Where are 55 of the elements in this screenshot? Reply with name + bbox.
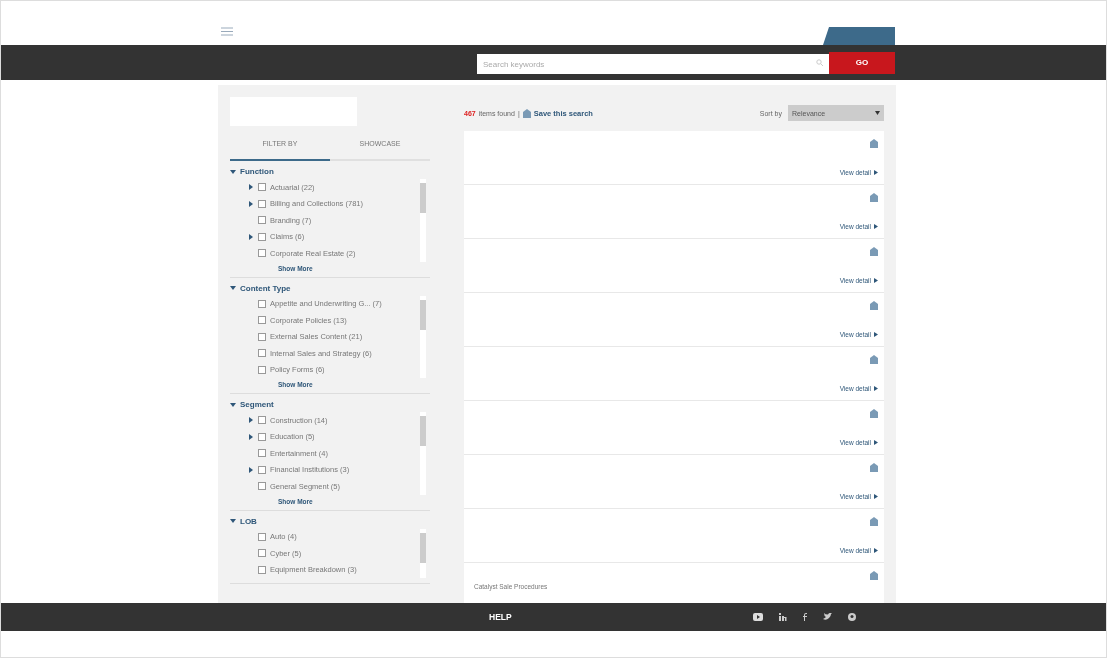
- filter-group-title[interactable]: Segment: [240, 400, 274, 409]
- checkbox[interactable]: [258, 199, 266, 208]
- checkbox[interactable]: [258, 416, 266, 425]
- search-icon: [816, 59, 823, 66]
- collapse-icon[interactable]: [230, 285, 236, 291]
- expand-icon[interactable]: [248, 466, 254, 473]
- scrollbar[interactable]: [420, 295, 426, 378]
- scrollbar[interactable]: [420, 412, 426, 495]
- checkbox[interactable]: [258, 365, 266, 374]
- checkbox[interactable]: [258, 216, 266, 225]
- checkbox[interactable]: [258, 232, 266, 241]
- menu-icon[interactable]: [221, 27, 233, 36]
- filter-group-title[interactable]: LOB: [240, 516, 257, 526]
- checkbox[interactable]: [258, 565, 266, 574]
- linkedin-icon[interactable]: [779, 613, 787, 621]
- checkbox[interactable]: [258, 449, 266, 458]
- expand-icon[interactable]: [248, 233, 254, 240]
- facebook-icon[interactable]: [803, 613, 807, 621]
- checkbox[interactable]: [258, 332, 266, 341]
- arrow-icon: [874, 224, 878, 229]
- checkbox[interactable]: [258, 532, 266, 541]
- checkbox[interactable]: [258, 299, 266, 308]
- expand-icon[interactable]: [248, 184, 254, 191]
- checkbox[interactable]: [258, 349, 266, 358]
- checkbox[interactable]: [258, 316, 266, 325]
- collapse-icon[interactable]: [230, 518, 236, 524]
- filter-group-title[interactable]: Function: [240, 167, 274, 176]
- arrow-icon: [874, 386, 878, 391]
- arrow-icon: [874, 440, 878, 445]
- arrow-icon: [874, 332, 878, 337]
- arrow-icon: [874, 278, 878, 283]
- checkbox[interactable]: [258, 432, 266, 441]
- dropdown-icon: [875, 111, 880, 115]
- checkbox[interactable]: [258, 549, 266, 558]
- collapse-icon[interactable]: [230, 401, 236, 408]
- expand-icon[interactable]: [248, 200, 254, 207]
- help-link[interactable]: HELP: [489, 612, 512, 622]
- expand-icon[interactable]: [248, 433, 254, 440]
- checkbox[interactable]: [258, 465, 266, 474]
- video-icon[interactable]: [753, 613, 763, 621]
- arrow-icon: [874, 494, 878, 499]
- scrollbar[interactable]: [420, 179, 426, 262]
- search-field[interactable]: Search keywords: [477, 54, 829, 74]
- checkbox[interactable]: [258, 249, 266, 258]
- checkbox[interactable]: [258, 482, 266, 491]
- header-tab[interactable]: [823, 27, 895, 45]
- bird-icon[interactable]: [823, 613, 832, 621]
- collapse-icon[interactable]: [230, 168, 236, 175]
- expand-icon[interactable]: [248, 417, 254, 424]
- go-button[interactable]: GO: [829, 51, 895, 74]
- arrow-icon: [874, 548, 878, 553]
- filter-group-title[interactable]: Content Type: [240, 283, 291, 293]
- checkbox[interactable]: [258, 183, 266, 192]
- arrow-icon: [874, 170, 878, 175]
- scrollbar[interactable]: [420, 528, 426, 578]
